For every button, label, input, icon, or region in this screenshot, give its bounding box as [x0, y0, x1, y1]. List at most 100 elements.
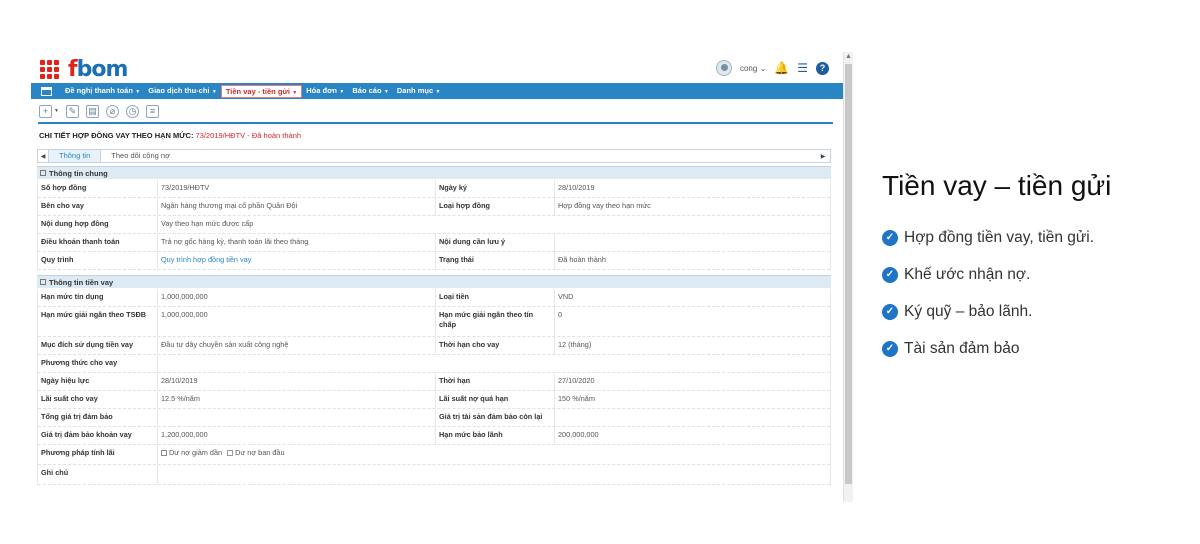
attachment-icon[interactable]: ⌀: [105, 104, 119, 118]
table-row: Bên cho vay Ngân hàng thương mại cổ phần…: [38, 198, 830, 216]
scrollbar-thumb[interactable]: [845, 64, 852, 484]
vertical-scrollbar[interactable]: ▲: [843, 52, 853, 502]
help-icon[interactable]: ?: [816, 61, 829, 75]
field-label: Lãi suất cho vay: [41, 394, 98, 403]
tab-scroll-left-icon[interactable]: ◀: [38, 153, 48, 160]
workflow-link[interactable]: Quy trình hợp đồng tiền vay: [157, 252, 435, 269]
field-label: Hạn mức bảo lãnh: [435, 427, 553, 444]
tab-debt-tracking[interactable]: Theo dõi công nợ: [101, 150, 180, 162]
table-row: Điều khoản thanh toán Trả nợ gốc hàng kỳ…: [38, 234, 830, 252]
field-label: Hạn mức giải ngân theo TSĐB: [41, 310, 147, 319]
check-circle-icon: ✓: [882, 230, 898, 246]
field-label: Tổng giá trị đảm bảo: [41, 412, 113, 421]
field-label: Phương thức cho vay: [41, 358, 118, 367]
table-row: Hạn mức giải ngân theo TSĐB 1,000,000,00…: [38, 307, 830, 337]
bell-icon[interactable]: 🔔: [774, 61, 789, 75]
feature-item: ✓ Khế ước nhận nợ.: [882, 266, 1182, 284]
scroll-up-icon[interactable]: ▲: [844, 52, 853, 62]
field-value: 28/10/2019: [554, 180, 832, 197]
field-label: Quy trình: [41, 255, 74, 264]
user-area: cong ⌄ 🔔 ☰ ?: [715, 60, 829, 76]
field-label: Ngày ký: [435, 180, 553, 197]
home-icon[interactable]: [31, 83, 61, 99]
field-value: [554, 409, 832, 426]
field-value: [157, 409, 435, 426]
logo[interactable]: fbom: [40, 56, 128, 82]
history-icon[interactable]: ◷: [125, 104, 139, 118]
edit-icon[interactable]: ✎: [65, 104, 79, 118]
field-label: Phương pháp tính lãi: [41, 448, 115, 457]
chevron-down-icon[interactable]: ▼: [54, 108, 59, 114]
field-value: 12.5 %/năm: [157, 391, 435, 408]
field-label: Nội dung hợp đồng: [41, 219, 109, 228]
field-value: [157, 355, 832, 372]
logo-text: fbom: [68, 56, 128, 82]
menu-item-invoices[interactable]: Hóa đơn ▼: [302, 83, 348, 99]
feature-item: ✓ Tài sản đảm bảo: [882, 340, 1182, 358]
list-icon[interactable]: ≡: [145, 104, 159, 118]
tab-info[interactable]: Thông tin: [48, 150, 102, 162]
field-value: 1,000,000,000: [157, 307, 435, 336]
loan-info-grid: Hạn mức tín dụng 1,000,000,000 Loại tiền…: [37, 289, 831, 485]
feature-item: ✓ Hợp đồng tiền vay, tiền gửi.: [882, 229, 1182, 247]
table-row: Nội dung hợp đồng Vay theo hạn mức được …: [38, 216, 830, 234]
field-value: VND: [554, 289, 832, 306]
notes-value: [157, 465, 832, 484]
menu-item-payment-request[interactable]: Đề nghị thanh toán ▼: [61, 83, 144, 99]
feature-item: ✓ Ký quỹ – bảo lãnh.: [882, 303, 1182, 321]
field-label: Số hợp đồng: [41, 183, 87, 192]
checkbox-declining-balance[interactable]: [161, 450, 167, 456]
menu-item-reports[interactable]: Báo cáo ▼: [348, 83, 393, 99]
check-circle-icon: ✓: [882, 304, 898, 320]
check-circle-icon: ✓: [882, 341, 898, 357]
field-label: Bên cho vay: [41, 201, 84, 210]
option-label: Dư nợ ban đầu: [235, 448, 285, 457]
tasklist-icon[interactable]: ☰: [797, 61, 808, 75]
option-label: Dư nợ giảm dần: [169, 448, 223, 457]
table-row: Hạn mức tín dụng 1,000,000,000 Loại tiền…: [38, 289, 830, 307]
field-value: 12 (tháng): [554, 337, 832, 354]
table-row: Phương thức cho vay: [38, 355, 830, 373]
field-label: Lãi suất nợ quá hạn: [435, 391, 553, 408]
menu-item-transactions[interactable]: Giao dịch thu-chi ▼: [144, 83, 221, 99]
field-label: Thời hạn: [435, 373, 553, 390]
feature-title: Tiền vay – tiền gửi: [882, 170, 1112, 201]
table-row: Phương pháp tính lãi Dư nợ giảm dần Dư n…: [38, 445, 830, 465]
collapse-icon[interactable]: [40, 170, 46, 176]
field-value: 28/10/2019: [157, 373, 435, 390]
logo-dots-icon: [40, 59, 59, 79]
feature-panel: Tiền vay – tiền gửi ✓ Hợp đồng tiền vay,…: [882, 170, 1182, 377]
field-label: Giá trị tài sản đảm bảo còn lại: [435, 409, 553, 426]
field-value: Vay theo hạn mức được cấp: [157, 216, 832, 233]
section-header-loan[interactable]: Thông tin tiền vay: [37, 275, 831, 288]
toolbar: + ▼ ✎ ▤ ⌀ ◷ ≡: [39, 103, 159, 119]
general-info-grid: Số hợp đồng 73/2019/HĐTV Ngày ký 28/10/2…: [37, 180, 831, 270]
field-label: Nội dung cần lưu ý: [435, 234, 553, 251]
field-value: 73/2019/HĐTV: [157, 180, 435, 197]
interest-method-options: Dư nợ giảm dần Dư nợ ban đầu: [157, 445, 832, 464]
field-value: 1,000,000,000: [157, 289, 435, 306]
menu-item-loans-deposits[interactable]: Tiền vay - tiền gửi ▼: [220, 84, 303, 98]
table-row: Mục đích sử dụng tiền vay Đầu tư dây chu…: [38, 337, 830, 355]
field-label: Thời hạn cho vay: [435, 337, 553, 354]
checkbox-original-balance[interactable]: [227, 450, 234, 456]
field-label: Loại tiền: [435, 289, 553, 306]
field-value: 150 %/năm: [554, 391, 832, 408]
section-header-general[interactable]: Thông tin chung: [37, 166, 831, 179]
tab-scroll-right-icon[interactable]: ▶: [818, 153, 828, 160]
app-window: fbom cong ⌄ 🔔 ☰ ? Đề nghị thanh toán ▼ G…: [31, 52, 853, 502]
menu-item-catalog[interactable]: Danh mục ▼: [393, 83, 445, 99]
document-icon[interactable]: ▤: [85, 104, 99, 118]
field-label: Giá trị đảm bảo khoản vay: [41, 430, 132, 439]
field-label: Ghi chú: [41, 468, 69, 477]
field-label: Mục đích sử dụng tiền vay: [41, 340, 134, 349]
username[interactable]: cong ⌄: [740, 64, 766, 73]
table-row: Số hợp đồng 73/2019/HĐTV Ngày ký 28/10/2…: [38, 180, 830, 198]
avatar[interactable]: [715, 60, 732, 76]
collapse-icon[interactable]: [40, 279, 46, 285]
table-row: Ngày hiệu lực 28/10/2019 Thời hạn 27/10/…: [38, 373, 830, 391]
table-row: Lãi suất cho vay 12.5 %/năm Lãi suất nợ …: [38, 391, 830, 409]
status-value: Đã hoàn thành: [554, 252, 832, 269]
add-icon[interactable]: +: [39, 104, 52, 118]
table-row: Giá trị đảm bảo khoản vay 1,200,000,000 …: [38, 427, 830, 445]
